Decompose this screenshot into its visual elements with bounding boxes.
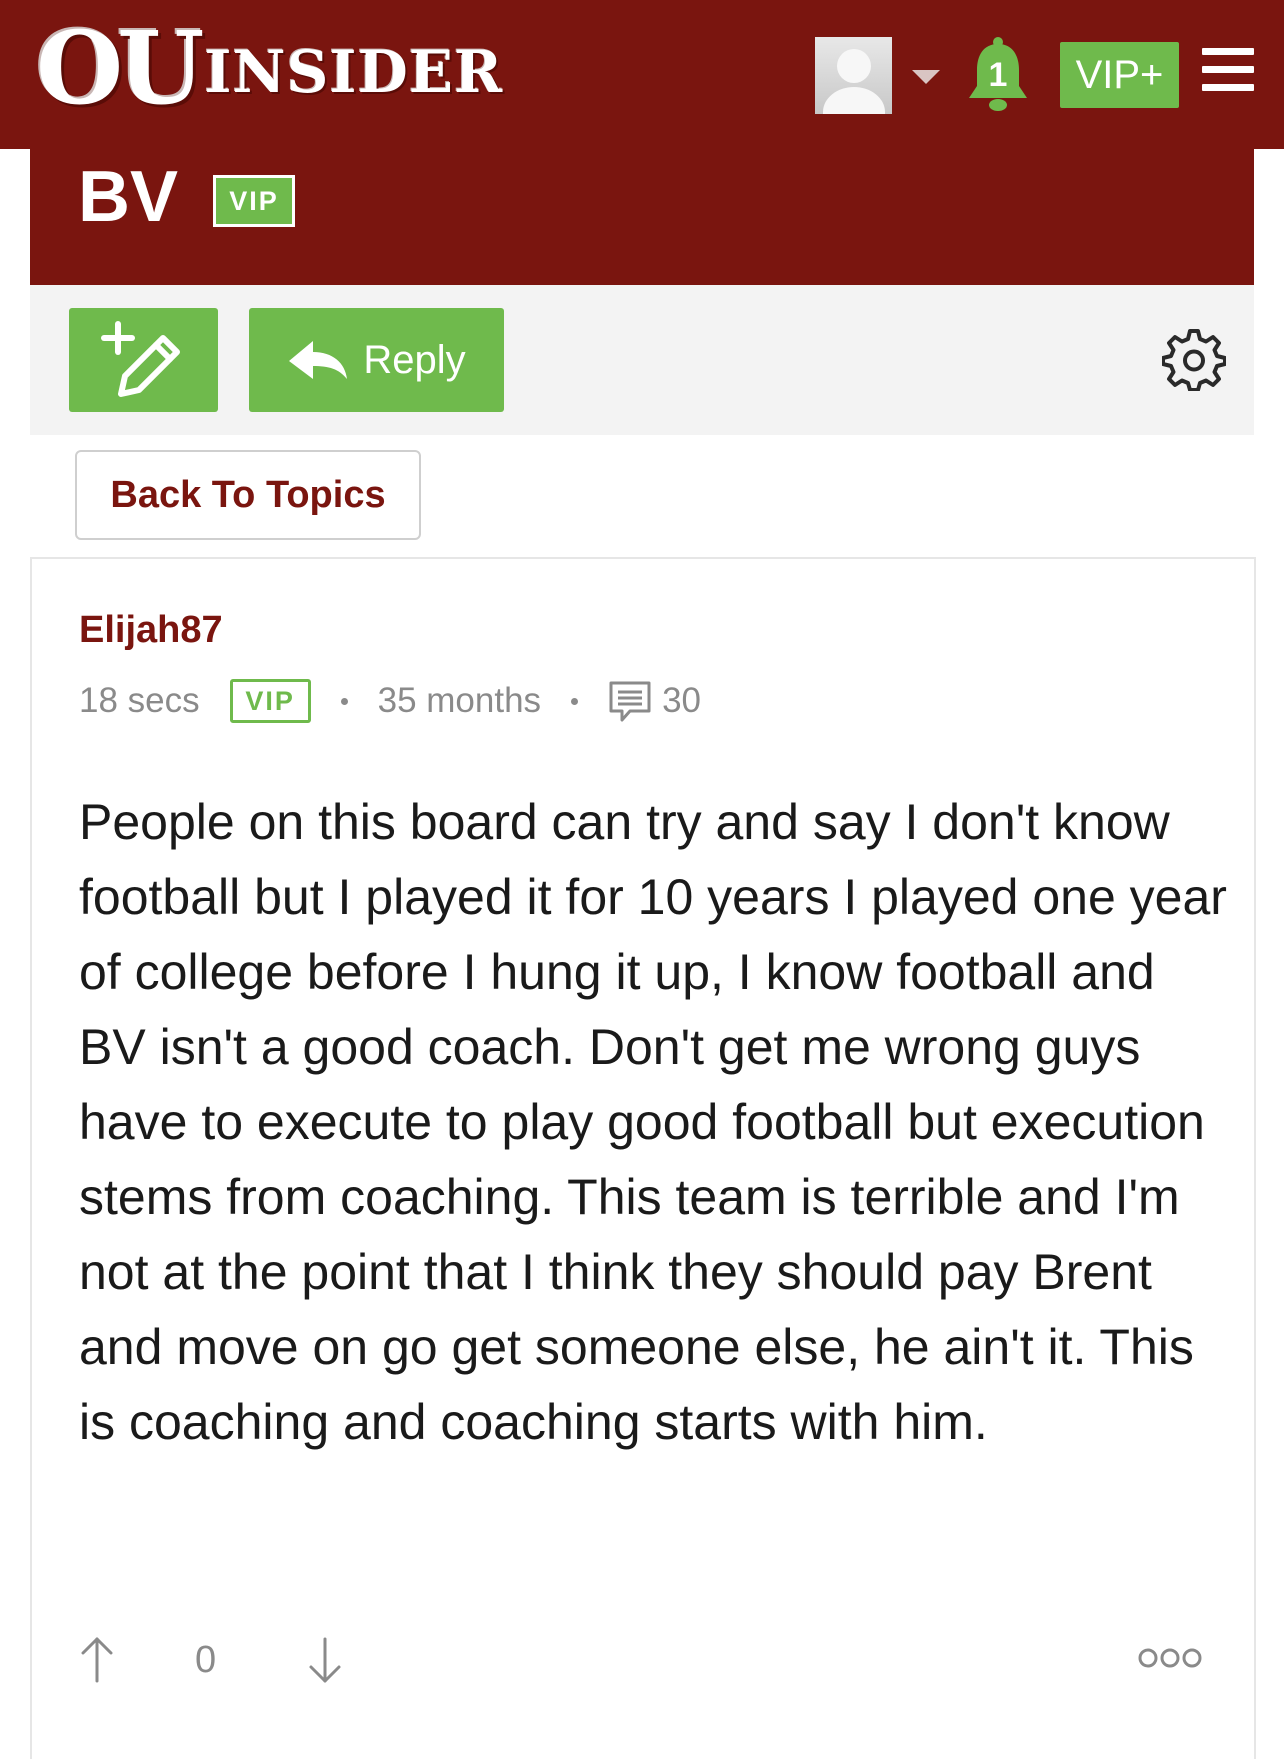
settings-button[interactable]	[1161, 327, 1227, 392]
vote-count: 0	[195, 1639, 217, 1681]
site-logo[interactable]: OU INSIDER	[36, 18, 503, 118]
upvote-arrow-icon[interactable]	[79, 1635, 115, 1685]
notification-button[interactable]: 1	[965, 36, 1031, 114]
post-meta: 18 secs VIP 35 months 30	[79, 678, 701, 724]
back-to-topics-button[interactable]: Back To Topics	[75, 450, 421, 540]
post-body: People on this board can try and say I d…	[79, 794, 1227, 1450]
thread-title-band: BV VIP	[30, 149, 1254, 285]
action-bar: Reply	[30, 285, 1254, 435]
pencil-plus-icon	[101, 321, 180, 397]
post-time: 18 secs	[79, 681, 200, 720]
member-duration: 35 months	[377, 681, 542, 720]
comment-icon	[609, 681, 651, 722]
notification-count: 1	[988, 56, 1008, 94]
vote-bar: 0	[79, 1635, 1219, 1695]
avatar[interactable]	[815, 37, 892, 114]
reply-button[interactable]: Reply	[249, 308, 504, 412]
separator-dot	[340, 697, 348, 705]
gear-icon	[1161, 329, 1227, 392]
reply-label: Reply	[363, 337, 466, 382]
more-options-icon[interactable]	[1137, 1647, 1203, 1669]
comment-count: 30	[662, 681, 701, 720]
chevron-down-icon[interactable]	[912, 70, 940, 84]
post-author[interactable]: Elijah87	[79, 609, 223, 652]
page-title: BV	[78, 157, 179, 237]
new-topic-button[interactable]	[69, 308, 218, 412]
separator-dot	[571, 697, 579, 705]
avatar-body	[823, 87, 885, 114]
vip-badge: VIP	[213, 175, 295, 227]
author-vip-badge: VIP	[229, 679, 311, 723]
avatar-head	[837, 49, 871, 83]
post-card: Elijah87 18 secs VIP 35 months 30 People…	[30, 557, 1256, 1759]
vip-plus-button[interactable]: VIP+	[1060, 42, 1179, 108]
menu-icon[interactable]	[1202, 48, 1254, 92]
reply-arrow-icon	[289, 341, 348, 379]
logo-insider-text: INSIDER	[204, 38, 504, 106]
downvote-arrow-icon[interactable]	[307, 1635, 343, 1685]
logo-ou-text: OU	[36, 9, 204, 127]
top-header: OU INSIDER 1 VIP+	[0, 0, 1284, 149]
